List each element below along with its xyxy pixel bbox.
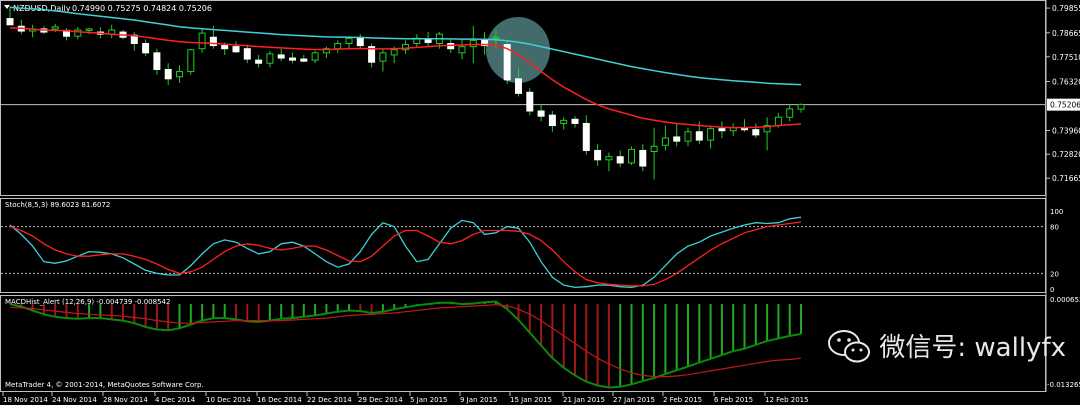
candle-body [560,119,568,124]
price-tick-label: 0.78665 [1052,29,1080,38]
time-tick-label: 24 Nov 2014 [52,396,97,404]
price-tick-label: 0.79855 [1052,4,1080,13]
stoch-tick-label: 100 [1050,208,1063,216]
time-tick-label: 22 Dec 2014 [307,396,352,404]
price-tick-label: 0.77510 [1052,53,1080,62]
time-tick-label: 2 Feb 2015 [663,396,702,404]
current-price-label: 0.75206 [1050,101,1080,110]
candle-body [300,58,308,62]
candle-body [198,32,206,50]
price-tick-label: 0.73960 [1052,127,1080,136]
candle-body [695,131,703,141]
time-tick-label: 16 Dec 2014 [257,396,302,404]
candle-body [232,46,240,53]
candle-body [774,116,782,127]
stoch-tick-label: 20 [1050,270,1059,278]
candle-body [243,48,251,60]
candle-body [628,148,635,164]
candle-body [639,149,647,167]
candle-body [221,45,229,50]
macd-bottom-label: -0.013265 [1047,381,1080,389]
candle-body [752,129,760,136]
copyright-text: MetaTrader 4, © 2001-2014, MetaQuotes So… [5,381,204,389]
candle-body [582,122,590,151]
candle-body [345,37,353,45]
time-tick-label: 9 Jan 2015 [460,396,498,404]
time-tick-label: 29 Dec 2014 [358,396,403,404]
candle-body [277,54,285,59]
candle-body [458,46,466,54]
candle-body [673,136,681,142]
candle-body [605,156,613,161]
candle-body [164,68,172,80]
candle-body [424,38,432,43]
candle-body [526,91,534,112]
wechat-icon [828,329,871,362]
candle-body [266,53,274,64]
time-tick-label: 5 Jan 2015 [410,396,448,404]
candle-body [6,18,14,26]
candle-body [187,49,195,73]
candle-body [718,128,726,132]
candle-body [616,156,624,164]
candle-body [594,149,602,161]
time-tick-label: 18 Nov 2014 [3,396,48,404]
candle-body [684,131,692,142]
candle [503,40,511,84]
time-tick-label: 15 Jan 2015 [510,396,552,404]
stoch-tick-label: 0 [1050,286,1054,294]
wechat-watermark: 微信号: wallyfx [827,327,1066,364]
candle-body [176,71,183,78]
candle-body [142,43,150,54]
candle-body [707,128,715,141]
candle-body [289,57,296,61]
candle-body [390,49,398,56]
price-tick-label: 0.71665 [1052,174,1080,183]
price-tick-label: 0.72820 [1052,150,1080,159]
candle-body [356,36,364,47]
candle-body [650,145,658,153]
ohlc-readout: 0.74990 0.75275 0.74824 0.75206 [72,4,212,13]
candle-body [661,137,669,146]
time-tick-label: 6 Feb 2015 [714,396,753,404]
candle-body [492,36,500,39]
time-tick-label: 28 Nov 2014 [103,396,148,404]
candle-body [797,104,805,110]
candle-body [51,26,59,30]
time-tick-label: 12 Feb 2015 [765,396,809,404]
candle-body [311,52,319,61]
stoch-label: Stoch(8,5,3) 89.6023 81.6072 [5,201,110,209]
candle-body [571,118,579,124]
time-tick-label: 27 Jan 2015 [613,396,655,404]
watermark-text: 微信号: wallyfx [879,333,1066,363]
candle-body [786,108,794,118]
time-tick-label: 4 Dec 2014 [155,396,196,404]
stoch-tick-label: 80 [1050,224,1059,232]
macd-top-label: 0.000652 [1050,296,1080,304]
candle-body [515,78,522,94]
candle-body [153,52,161,70]
candle-body [379,52,387,62]
candle [526,88,534,116]
candle-body [537,110,545,117]
candle-body [334,43,342,50]
candle-body [85,28,93,31]
price-tick-label: 0.76320 [1052,78,1080,87]
time-tick-label: 10 Dec 2014 [206,396,251,404]
time-tick-label: 21 Jan 2015 [563,396,605,404]
candle [187,48,195,75]
candle-body [255,59,263,64]
candle-body [469,39,477,48]
candle [628,146,635,165]
candle-body [548,114,556,127]
